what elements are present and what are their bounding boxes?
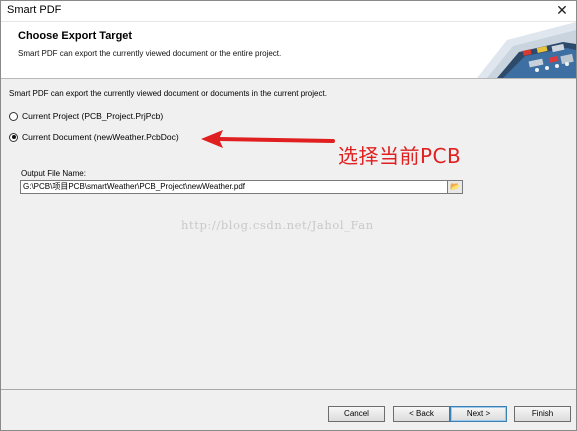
radio-current-document[interactable]: Current Document (newWeather.PcbDoc) (9, 132, 179, 142)
main-content: Smart PDF can export the currently viewe… (1, 79, 576, 389)
radio-unchecked-icon[interactable] (9, 111, 18, 121)
wizard-header: Choose Export Target Smart PDF can expor… (1, 22, 576, 79)
radio-label: Current Project (PCB_Project.PrjPcb) (22, 111, 164, 121)
watermark-text: http://blog.csdn.net/Jahol_Fan (181, 218, 374, 232)
back-button[interactable]: < Back (393, 406, 450, 422)
title-bar: Smart PDF ✕ (1, 1, 576, 22)
output-file-input[interactable]: G:\PCB\项目PCB\smartWeather\PCB_Project\ne… (20, 180, 448, 194)
next-button[interactable]: Next > (450, 406, 507, 422)
pcb-board-logo-icon (477, 22, 576, 78)
annotation-arrow-icon (201, 130, 335, 148)
output-file-label: Output File Name: (21, 169, 86, 178)
cancel-button[interactable]: Cancel (328, 406, 385, 422)
close-icon[interactable]: ✕ (554, 2, 570, 18)
radio-label: Current Document (newWeather.PcbDoc) (22, 132, 179, 142)
page-subtitle: Smart PDF can export the currently viewe… (18, 49, 282, 58)
wizard-footer: Cancel < Back Next > Finish (1, 389, 576, 430)
radio-current-project[interactable]: Current Project (PCB_Project.PrjPcb) (9, 111, 163, 121)
finish-button[interactable]: Finish (514, 406, 571, 422)
window-title: Smart PDF (7, 4, 62, 16)
intro-text: Smart PDF can export the currently viewe… (9, 89, 327, 98)
browse-folder-icon[interactable]: 📂 (447, 180, 463, 194)
page-title: Choose Export Target (18, 30, 133, 42)
dialog-window: Smart PDF ✕ Choose Export Target Smart P… (0, 0, 577, 431)
annotation-text: 选择当前PCB (338, 144, 462, 168)
radio-checked-icon[interactable] (9, 132, 18, 142)
